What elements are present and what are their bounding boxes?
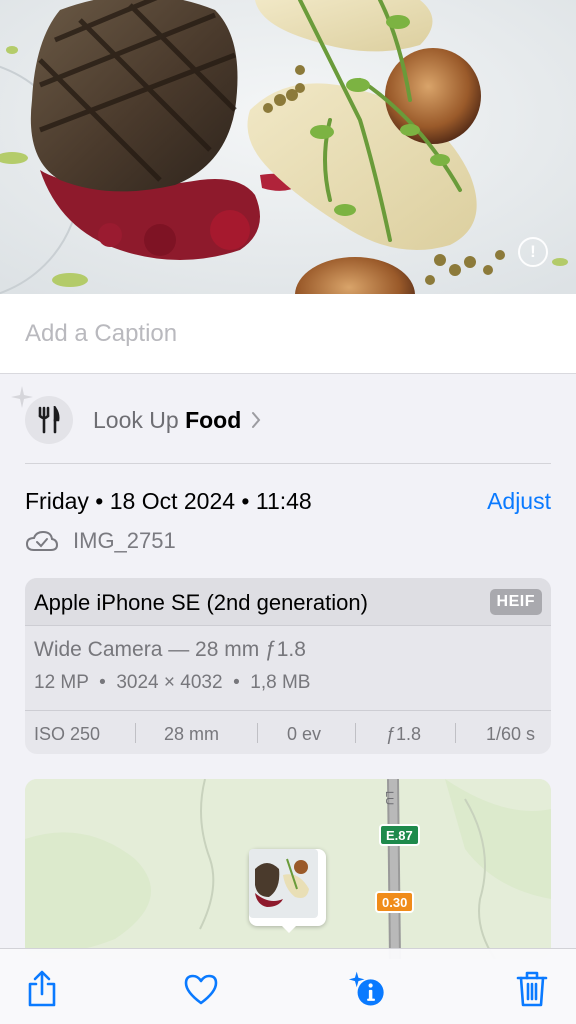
exif-divider: [455, 723, 456, 743]
exif-divider: [355, 723, 356, 743]
look-up-subject: Food: [185, 406, 242, 433]
road-label: LU: [383, 791, 395, 805]
pin-thumbnail: [249, 849, 318, 918]
icloud-check-icon: [25, 530, 59, 551]
road-sign-e87: E.87: [379, 824, 420, 846]
food-photo[interactable]: !: [0, 0, 576, 294]
exif-shutter: 1/60 s: [486, 724, 536, 744]
exif-focal: 28 mm: [164, 724, 220, 744]
adjust-button[interactable]: Adjust: [487, 488, 551, 515]
camera-card-header: Apple iPhone SE (2nd generation) HEIF: [25, 578, 551, 626]
food-photo-illustration: [0, 0, 576, 294]
bottom-toolbar: [0, 948, 576, 1024]
date-row: Friday • 18 Oct 2024 • 11:48 Adjust: [25, 488, 551, 518]
caption-area: [0, 294, 576, 374]
photo-info-screen: ! Look Up Food Friday • 18 Oct 20: [0, 0, 576, 1024]
image-specs: 12 MP • 3024 × 4032 • 1,8 MB: [34, 672, 311, 693]
exif-aperture: ƒ1.8: [386, 724, 422, 744]
location-map[interactable]: LU E.87 0.30: [25, 779, 551, 959]
caption-input[interactable]: [25, 316, 545, 352]
road-sign-030: 0.30: [375, 891, 415, 913]
look-up-label: Look Up Food: [93, 406, 242, 433]
file-row: IMG_2751: [25, 526, 176, 556]
look-up-row[interactable]: Look Up Food: [11, 386, 550, 448]
sparkle-icon: [11, 386, 33, 408]
map-photo-pin[interactable]: [249, 849, 326, 926]
share-icon[interactable]: [22, 969, 62, 1009]
exif-ev: 0 ev: [287, 724, 322, 744]
chevron-right-icon: [252, 412, 261, 428]
format-badge: HEIF: [489, 589, 542, 615]
exif-divider: [257, 723, 258, 743]
exif-iso: ISO 250: [34, 724, 101, 744]
heart-icon[interactable]: [181, 969, 221, 1009]
file-name: IMG_2751: [73, 528, 176, 553]
lens-info: Wide Camera — 28 mm ƒ1.8: [34, 638, 306, 661]
date-time: Friday • 18 Oct 2024 • 11:48: [25, 488, 312, 514]
alert-badge-icon[interactable]: !: [518, 237, 548, 267]
exif-divider: [135, 723, 136, 743]
info-sparkle-icon[interactable]: [348, 969, 388, 1009]
divider: [25, 463, 551, 464]
exif-row: ISO 250 28 mm 0 ev ƒ1.8 1/60 s: [25, 710, 551, 754]
trash-icon[interactable]: [512, 969, 552, 1009]
pin-pointer: [279, 923, 299, 933]
device-name: Apple iPhone SE (2nd generation): [34, 590, 368, 615]
camera-info-card: Apple iPhone SE (2nd generation) HEIF Wi…: [25, 578, 551, 754]
